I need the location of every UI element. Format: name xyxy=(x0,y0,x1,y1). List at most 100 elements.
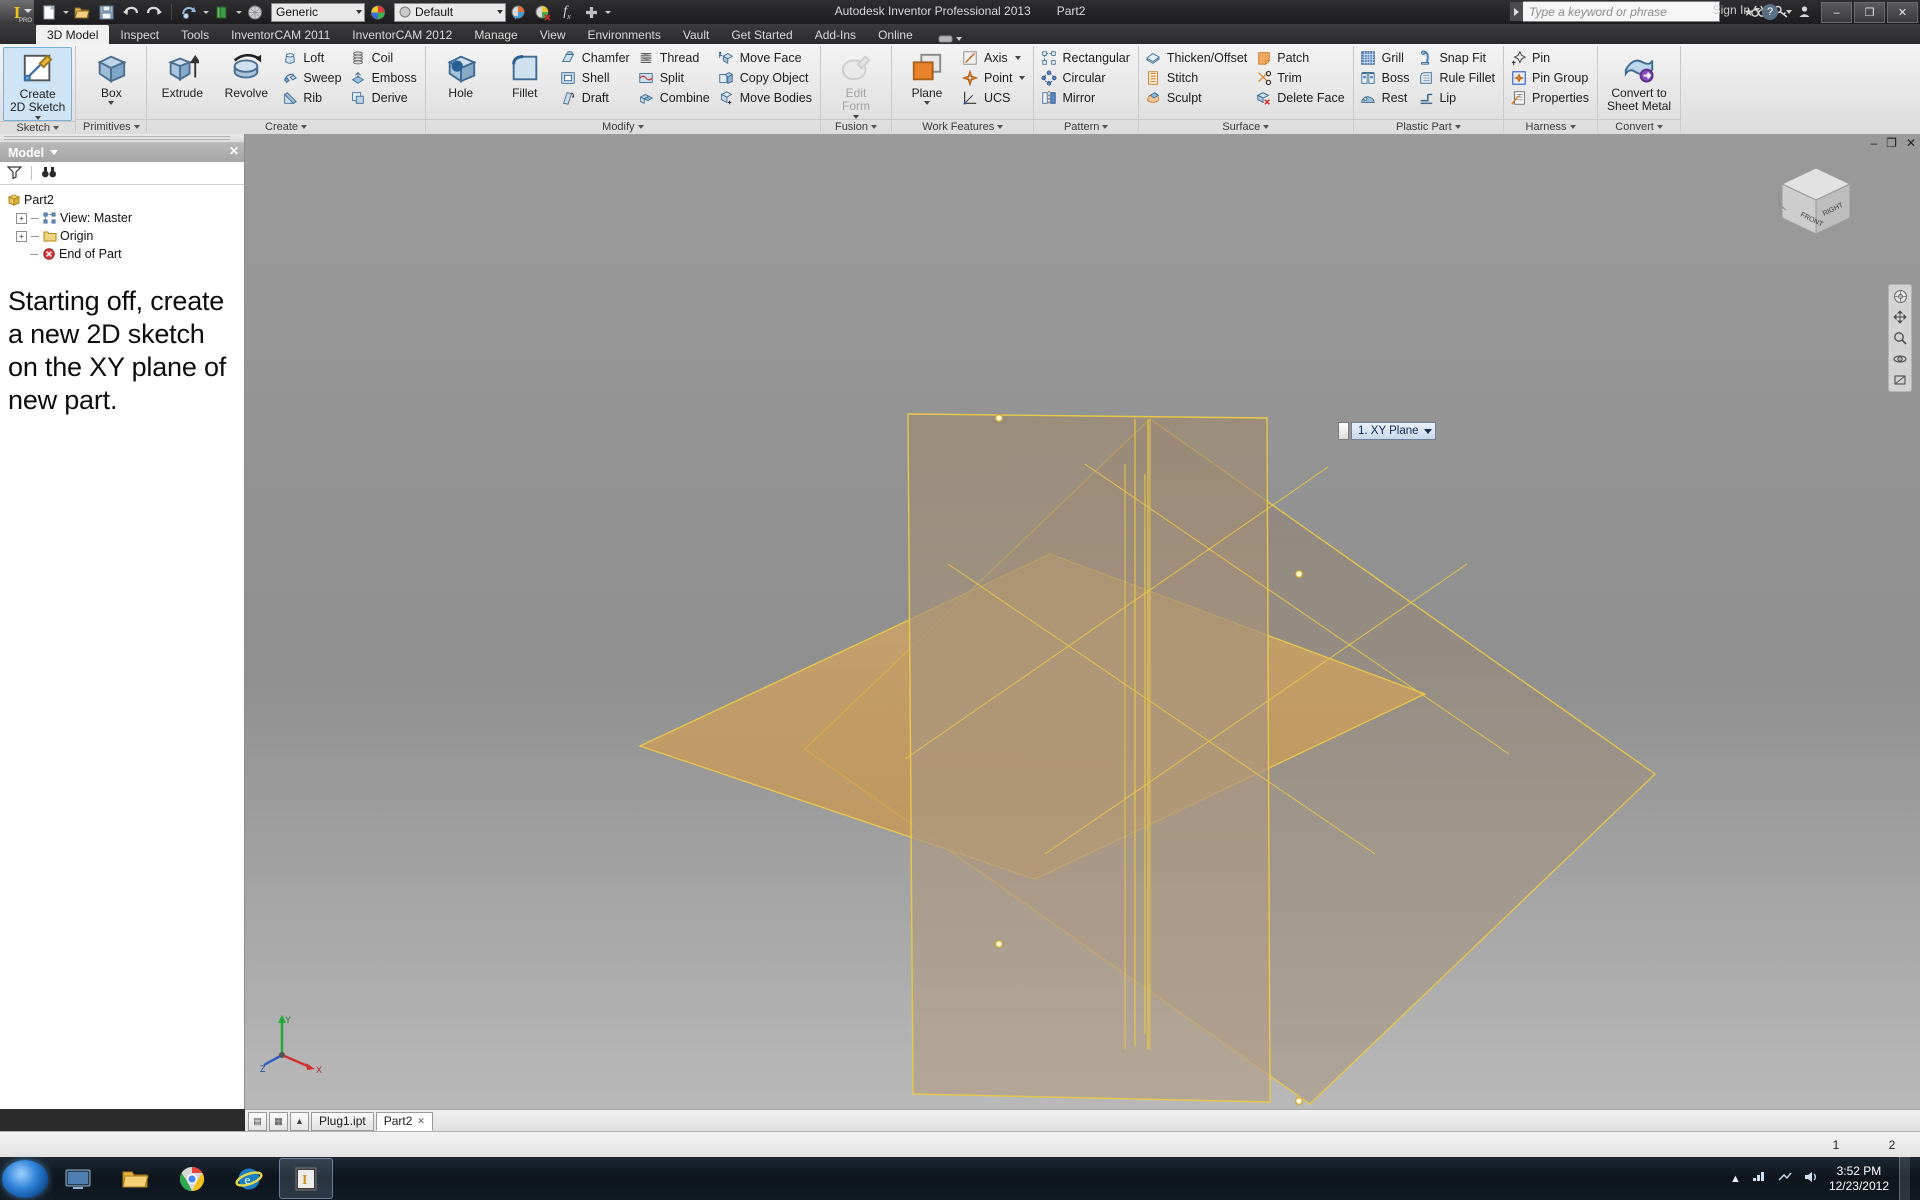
button-delete-face[interactable]: Delete Face xyxy=(1252,88,1349,107)
tray-network-icon[interactable] xyxy=(1751,1170,1767,1187)
button-stitch[interactable]: Stitch xyxy=(1142,68,1252,87)
look-at-icon[interactable] xyxy=(1892,372,1908,388)
ribbon-tab-3d-model[interactable]: 3D Model xyxy=(36,25,109,44)
maximize-button[interactable]: ❐ xyxy=(1854,2,1885,23)
button-shell[interactable]: Shell xyxy=(557,68,635,87)
plane-tag-body[interactable]: 1. XY Plane xyxy=(1351,422,1436,440)
adjust-appearance-icon[interactable] xyxy=(508,2,530,22)
taskbar-chrome[interactable] xyxy=(165,1158,219,1199)
clear-appearance-icon[interactable] xyxy=(532,2,554,22)
plane-selection-tag[interactable]: 1. XY Plane xyxy=(1338,422,1436,440)
chevron-down-icon[interactable] xyxy=(1424,429,1432,434)
button-mirror[interactable]: Mirror xyxy=(1037,88,1134,107)
start-button[interactable] xyxy=(2,1160,48,1198)
tray-volume-icon[interactable] xyxy=(1803,1170,1819,1187)
chevron-down-icon[interactable] xyxy=(1019,76,1025,80)
button-properties[interactable]: Properties xyxy=(1507,88,1594,107)
panel-title-plastic-part[interactable]: Plastic Part xyxy=(1354,119,1503,134)
navigation-bar[interactable] xyxy=(1888,284,1912,392)
full-navigation-wheel-icon[interactable] xyxy=(1892,288,1908,304)
panel-title-create[interactable]: Create xyxy=(147,119,424,134)
tile-icon[interactable]: ▤ xyxy=(248,1112,267,1131)
button-convert-to-sheet-metal[interactable]: Convert to Sheet Metal xyxy=(1601,47,1677,114)
button-pin-group[interactable]: Pin Group xyxy=(1507,68,1594,87)
redo-icon[interactable] xyxy=(143,2,165,22)
panel-title-convert[interactable]: Convert xyxy=(1598,119,1680,134)
taskbar-ie[interactable]: e xyxy=(222,1158,276,1199)
document-tab-plug1-ipt[interactable]: Plug1.ipt xyxy=(311,1112,374,1131)
taskbar-folder[interactable] xyxy=(108,1158,162,1199)
new-file-icon[interactable] xyxy=(38,2,60,22)
button-loft[interactable]: Loft xyxy=(278,48,346,67)
filter-icon[interactable] xyxy=(7,165,22,182)
appearance-combo[interactable]: Default xyxy=(394,3,506,22)
button-box[interactable]: Box xyxy=(79,47,143,105)
appearance-sphere-icon[interactable] xyxy=(244,2,266,22)
orbit-icon[interactable] xyxy=(1892,351,1908,367)
minimize-button[interactable]: – xyxy=(1821,2,1852,23)
chevron-down-icon[interactable] xyxy=(236,11,242,14)
zoom-icon[interactable] xyxy=(1892,330,1908,346)
button-thread[interactable]: Thread xyxy=(635,48,715,67)
ribbon-tab-tools[interactable]: Tools xyxy=(170,25,220,44)
expand-toggle-icon[interactable]: + xyxy=(16,231,27,242)
ribbon-tab-view[interactable]: View xyxy=(529,25,577,44)
button-draft[interactable]: Draft xyxy=(557,88,635,107)
button-lip[interactable]: Lip xyxy=(1414,88,1500,107)
button-coil[interactable]: Coil xyxy=(347,48,422,67)
panel-title-sketch[interactable]: Sketch xyxy=(0,121,75,134)
tree-item-end-of-part[interactable]: End of Part xyxy=(6,245,244,263)
chevron-down-icon[interactable] xyxy=(605,11,611,14)
button-circular[interactable]: Circular xyxy=(1037,68,1134,87)
panel-title-work-features[interactable]: Work Features xyxy=(892,119,1034,134)
chevron-down-icon[interactable] xyxy=(203,11,209,14)
save-file-icon[interactable] xyxy=(95,2,117,22)
taskbar-explorer[interactable] xyxy=(51,1158,105,1199)
close-button[interactable]: ✕ xyxy=(1887,2,1918,23)
ribbon-tab-inventorcam-2011[interactable]: InventorCAM 2011 xyxy=(220,25,341,44)
button-move-bodies[interactable]: Move Bodies xyxy=(715,88,817,107)
binoculars-icon[interactable] xyxy=(41,165,57,182)
material-cube-icon[interactable] xyxy=(211,2,233,22)
grid-icon[interactable]: ▦ xyxy=(269,1112,288,1131)
ribbon-tab-environments[interactable]: Environments xyxy=(576,25,671,44)
chevron-down-icon[interactable] xyxy=(108,101,114,105)
star-icon[interactable]: ★ xyxy=(1743,5,1754,19)
show-desktop-button[interactable] xyxy=(1899,1157,1910,1200)
ribbon-tab-vault[interactable]: Vault xyxy=(672,25,720,44)
panel-title-pattern[interactable]: Pattern xyxy=(1034,119,1137,134)
button-pin[interactable]: Pin xyxy=(1507,48,1594,67)
button-create-2d-sketch[interactable]: Create 2D Sketch xyxy=(3,47,72,121)
button-trim[interactable]: Trim xyxy=(1252,68,1349,87)
button-move-face[interactable]: Move Face xyxy=(715,48,817,67)
button-sculpt[interactable]: Sculpt xyxy=(1142,88,1252,107)
browser-drag-grip[interactable] xyxy=(0,134,244,143)
button-ucs[interactable]: UCS xyxy=(959,88,1031,107)
button-snap-fit[interactable]: Snap Fit xyxy=(1414,48,1500,67)
parameters-fx-icon[interactable]: fx xyxy=(556,2,578,22)
panel-title-modify[interactable]: Modify xyxy=(426,119,820,134)
tree-item-origin[interactable]: +Origin xyxy=(6,227,244,245)
update-icon[interactable] xyxy=(178,2,200,22)
open-file-icon[interactable] xyxy=(71,2,93,22)
expand-toggle-icon[interactable]: + xyxy=(16,213,27,224)
button-thicken-offset[interactable]: Thicken/Offset xyxy=(1142,48,1252,67)
button-chamfer[interactable]: Chamfer xyxy=(557,48,635,67)
button-fillet[interactable]: Fillet xyxy=(493,47,557,100)
taskbar-inventor[interactable]: I xyxy=(279,1158,333,1199)
tree-item-view-master[interactable]: +View: Master xyxy=(6,209,244,227)
tray-action-icon[interactable] xyxy=(1777,1170,1793,1187)
button-rectangular[interactable]: Rectangular xyxy=(1037,48,1134,67)
button-derive[interactable]: Derive xyxy=(347,88,422,107)
panel-title-surface[interactable]: Surface xyxy=(1139,119,1353,134)
close-icon[interactable]: ✕ xyxy=(229,144,239,158)
button-rule-fillet[interactable]: Rule Fillet xyxy=(1414,68,1500,87)
chevron-down-icon[interactable] xyxy=(50,150,58,155)
ribbon-tab-inspect[interactable]: Inspect xyxy=(109,25,170,44)
button-patch[interactable]: Patch xyxy=(1252,48,1349,67)
undo-icon[interactable] xyxy=(119,2,141,22)
button-combine[interactable]: Combine xyxy=(635,88,715,107)
graphics-viewport[interactable]: – ❐ ✕ xyxy=(245,134,1920,1109)
viewport-minimize-button[interactable]: – xyxy=(1870,136,1877,150)
ribbon-tab-add-ins[interactable]: Add-Ins xyxy=(804,25,867,44)
